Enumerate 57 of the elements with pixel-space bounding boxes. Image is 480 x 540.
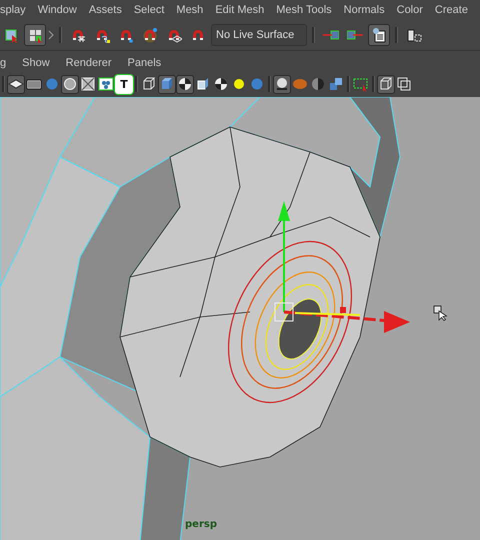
live-surface-field[interactable]: No Live Surface <box>211 24 307 46</box>
wireframe-cube-icon <box>141 76 157 92</box>
menu-item[interactable]: Create <box>434 4 468 16</box>
checker-ball-icon <box>177 76 193 92</box>
tool-button[interactable] <box>24 24 46 46</box>
menu-item[interactable]: Renderer <box>66 57 112 69</box>
magnet-icon <box>190 27 206 43</box>
marquee-icon <box>353 76 369 92</box>
circle-icon <box>62 76 78 92</box>
tool-button[interactable] <box>176 74 194 94</box>
text-tool-button[interactable]: T <box>115 74 133 94</box>
menu-item[interactable]: Color <box>396 4 423 16</box>
sphere-icon <box>44 76 60 92</box>
menu-item[interactable]: Window <box>38 4 77 16</box>
tool-button[interactable] <box>395 74 413 94</box>
cubes-icon <box>328 76 344 92</box>
grid-icon <box>27 27 43 43</box>
tool-button[interactable] <box>97 74 115 94</box>
tool-button[interactable] <box>7 74 25 94</box>
magnet-icon <box>166 27 182 43</box>
checker-ball-icon <box>213 76 229 92</box>
menu-item[interactable]: Panels <box>128 57 162 69</box>
ball-icon <box>292 76 308 92</box>
tool-button[interactable] <box>158 74 176 94</box>
menu-item[interactable]: Mesh Tools <box>276 4 332 16</box>
menu-item[interactable]: g <box>0 57 6 69</box>
menu-item[interactable]: Normals <box>344 4 385 16</box>
tool-button[interactable] <box>79 74 97 94</box>
frame-icon <box>406 27 422 43</box>
sphere-icon <box>249 76 265 92</box>
magnet-icon <box>142 27 158 43</box>
half-sphere-icon <box>310 76 326 92</box>
cube-icon <box>159 76 175 92</box>
tool-button[interactable] <box>61 74 79 94</box>
tool-button[interactable] <box>377 74 395 94</box>
wireframe-cube-icon <box>378 76 394 92</box>
mesh-icon <box>80 76 96 92</box>
select-icon <box>3 27 19 43</box>
magnet-icon <box>94 27 110 43</box>
document-icon <box>371 27 387 43</box>
squares-icon <box>396 76 412 92</box>
menu-item[interactable]: Assets <box>88 4 122 16</box>
expand-icon[interactable] <box>48 30 54 40</box>
sphere-icon <box>274 76 290 92</box>
tool-button[interactable] <box>273 74 291 94</box>
camera-label: persp <box>185 519 217 530</box>
cube-icon <box>195 76 211 92</box>
tool-button[interactable] <box>368 24 390 46</box>
menu-item[interactable]: Mesh <box>176 4 204 16</box>
menu-item[interactable]: Show <box>22 57 50 69</box>
menu-item[interactable]: splay <box>0 4 26 16</box>
menu-item[interactable]: Edit Mesh <box>215 4 264 16</box>
menu-item[interactable]: Select <box>134 4 164 16</box>
magnet-icon <box>118 27 134 43</box>
dots-icon <box>98 76 114 92</box>
magnet-icon <box>70 27 86 43</box>
cursor-icon <box>433 305 449 321</box>
